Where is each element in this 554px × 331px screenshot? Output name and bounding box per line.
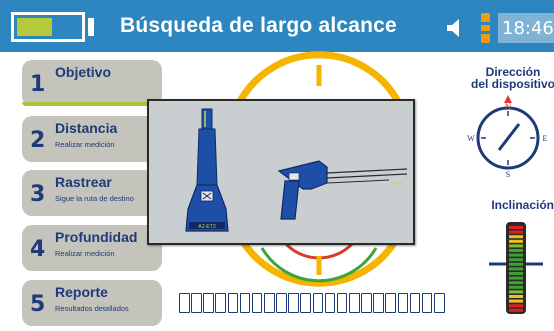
progress-segment bbox=[385, 293, 396, 313]
menu-number: 1 bbox=[30, 72, 46, 97]
inclination-tick bbox=[509, 290, 523, 294]
inclination-tick bbox=[509, 295, 523, 298]
svg-text:W: W bbox=[467, 134, 475, 143]
menu-label: Reporte bbox=[55, 284, 108, 300]
inclination-gauge bbox=[489, 222, 543, 314]
progress-segment bbox=[324, 293, 336, 313]
inclination-tick bbox=[509, 304, 523, 308]
device-illustration: AZ-ET3 bbox=[185, 108, 408, 232]
svg-text:AZ-ET3: AZ-ET3 bbox=[198, 224, 215, 230]
menu-label: Distancia bbox=[55, 120, 118, 136]
menu-sublabel: Sigue la ruta de destino bbox=[55, 194, 134, 203]
progress-segment bbox=[251, 293, 263, 313]
inclination-tick bbox=[509, 267, 523, 271]
progress-segment bbox=[312, 293, 324, 313]
inclination-tick bbox=[509, 230, 523, 234]
progress-segment bbox=[433, 293, 445, 313]
inclination-tick bbox=[509, 285, 523, 289]
inclination-tick bbox=[509, 276, 523, 280]
menu-item-profundidad[interactable]: 4 Profundidad Realizar medición bbox=[22, 225, 162, 271]
menu-label: Profundidad bbox=[55, 229, 138, 245]
menu-item-rastrear[interactable]: 3 Rastrear Sigue la ruta de destino bbox=[22, 170, 162, 216]
inclination-tick bbox=[509, 299, 523, 303]
progress-segment bbox=[421, 293, 433, 313]
device-instruction-overlay[interactable]: AZ-ET3 bbox=[147, 99, 415, 245]
progress-segment bbox=[300, 293, 311, 313]
menu-number: 3 bbox=[30, 182, 46, 207]
progress-segment bbox=[348, 293, 360, 313]
direction-title-line2: del dispositivo bbox=[470, 77, 554, 91]
direction-title: Dirección del dispositivo bbox=[468, 66, 554, 90]
menu-number: 2 bbox=[30, 128, 46, 153]
svg-text:S: S bbox=[506, 170, 510, 179]
menu-item-distancia[interactable]: 2 Distancia Realizar medición bbox=[22, 116, 162, 162]
menu-number: 5 bbox=[30, 292, 46, 317]
device-horizontal-icon bbox=[277, 160, 408, 220]
progress-segment bbox=[215, 293, 227, 313]
menu-sublabel: Resultados detallados bbox=[55, 304, 129, 313]
menu-number: 4 bbox=[30, 237, 46, 262]
svg-text:N: N bbox=[505, 102, 512, 112]
menu-sublabel: Realizar medición bbox=[55, 140, 115, 149]
progress-segment bbox=[263, 293, 275, 313]
progress-segment bbox=[336, 293, 348, 313]
progress-segment bbox=[276, 293, 287, 313]
inclination-tick bbox=[509, 253, 523, 257]
menu-item-objetivo[interactable]: 1 Objetivo bbox=[22, 60, 162, 106]
progress-segment bbox=[409, 293, 421, 313]
progress-segment bbox=[288, 293, 299, 313]
progress-segment bbox=[239, 293, 251, 313]
progress-segment bbox=[361, 293, 372, 313]
progress-segment bbox=[203, 293, 214, 313]
inclination-tick bbox=[509, 244, 523, 248]
inclination-title: Inclinación bbox=[491, 198, 554, 212]
menu-sublabel: Realizar medición bbox=[55, 249, 115, 258]
progress-segment bbox=[397, 293, 409, 313]
inclination-tick bbox=[509, 226, 523, 229]
svg-text:E: E bbox=[543, 134, 548, 143]
progress-segment bbox=[227, 293, 239, 313]
menu-label: Objetivo bbox=[55, 64, 112, 80]
inclination-tick bbox=[509, 308, 523, 312]
inclination-tick bbox=[509, 262, 523, 266]
device-upright-icon: AZ-ET3 bbox=[185, 108, 229, 232]
signal-progress-bar bbox=[179, 293, 447, 315]
inclination-tick bbox=[509, 235, 523, 239]
inclination-tick bbox=[509, 272, 523, 275]
progress-segment bbox=[191, 293, 202, 313]
compass-needle bbox=[497, 123, 521, 151]
inclination-tick bbox=[509, 258, 523, 262]
progress-segment bbox=[179, 293, 190, 313]
inclination-tick bbox=[509, 249, 523, 252]
inclination-tick bbox=[509, 239, 523, 243]
progress-segment bbox=[373, 293, 384, 313]
menu-label: Rastrear bbox=[55, 174, 112, 190]
inclination-tick bbox=[509, 281, 523, 285]
menu-item-reporte[interactable]: 5 Reporte Resultados detallados bbox=[22, 280, 162, 326]
compass-icon: N S W E bbox=[467, 95, 548, 179]
